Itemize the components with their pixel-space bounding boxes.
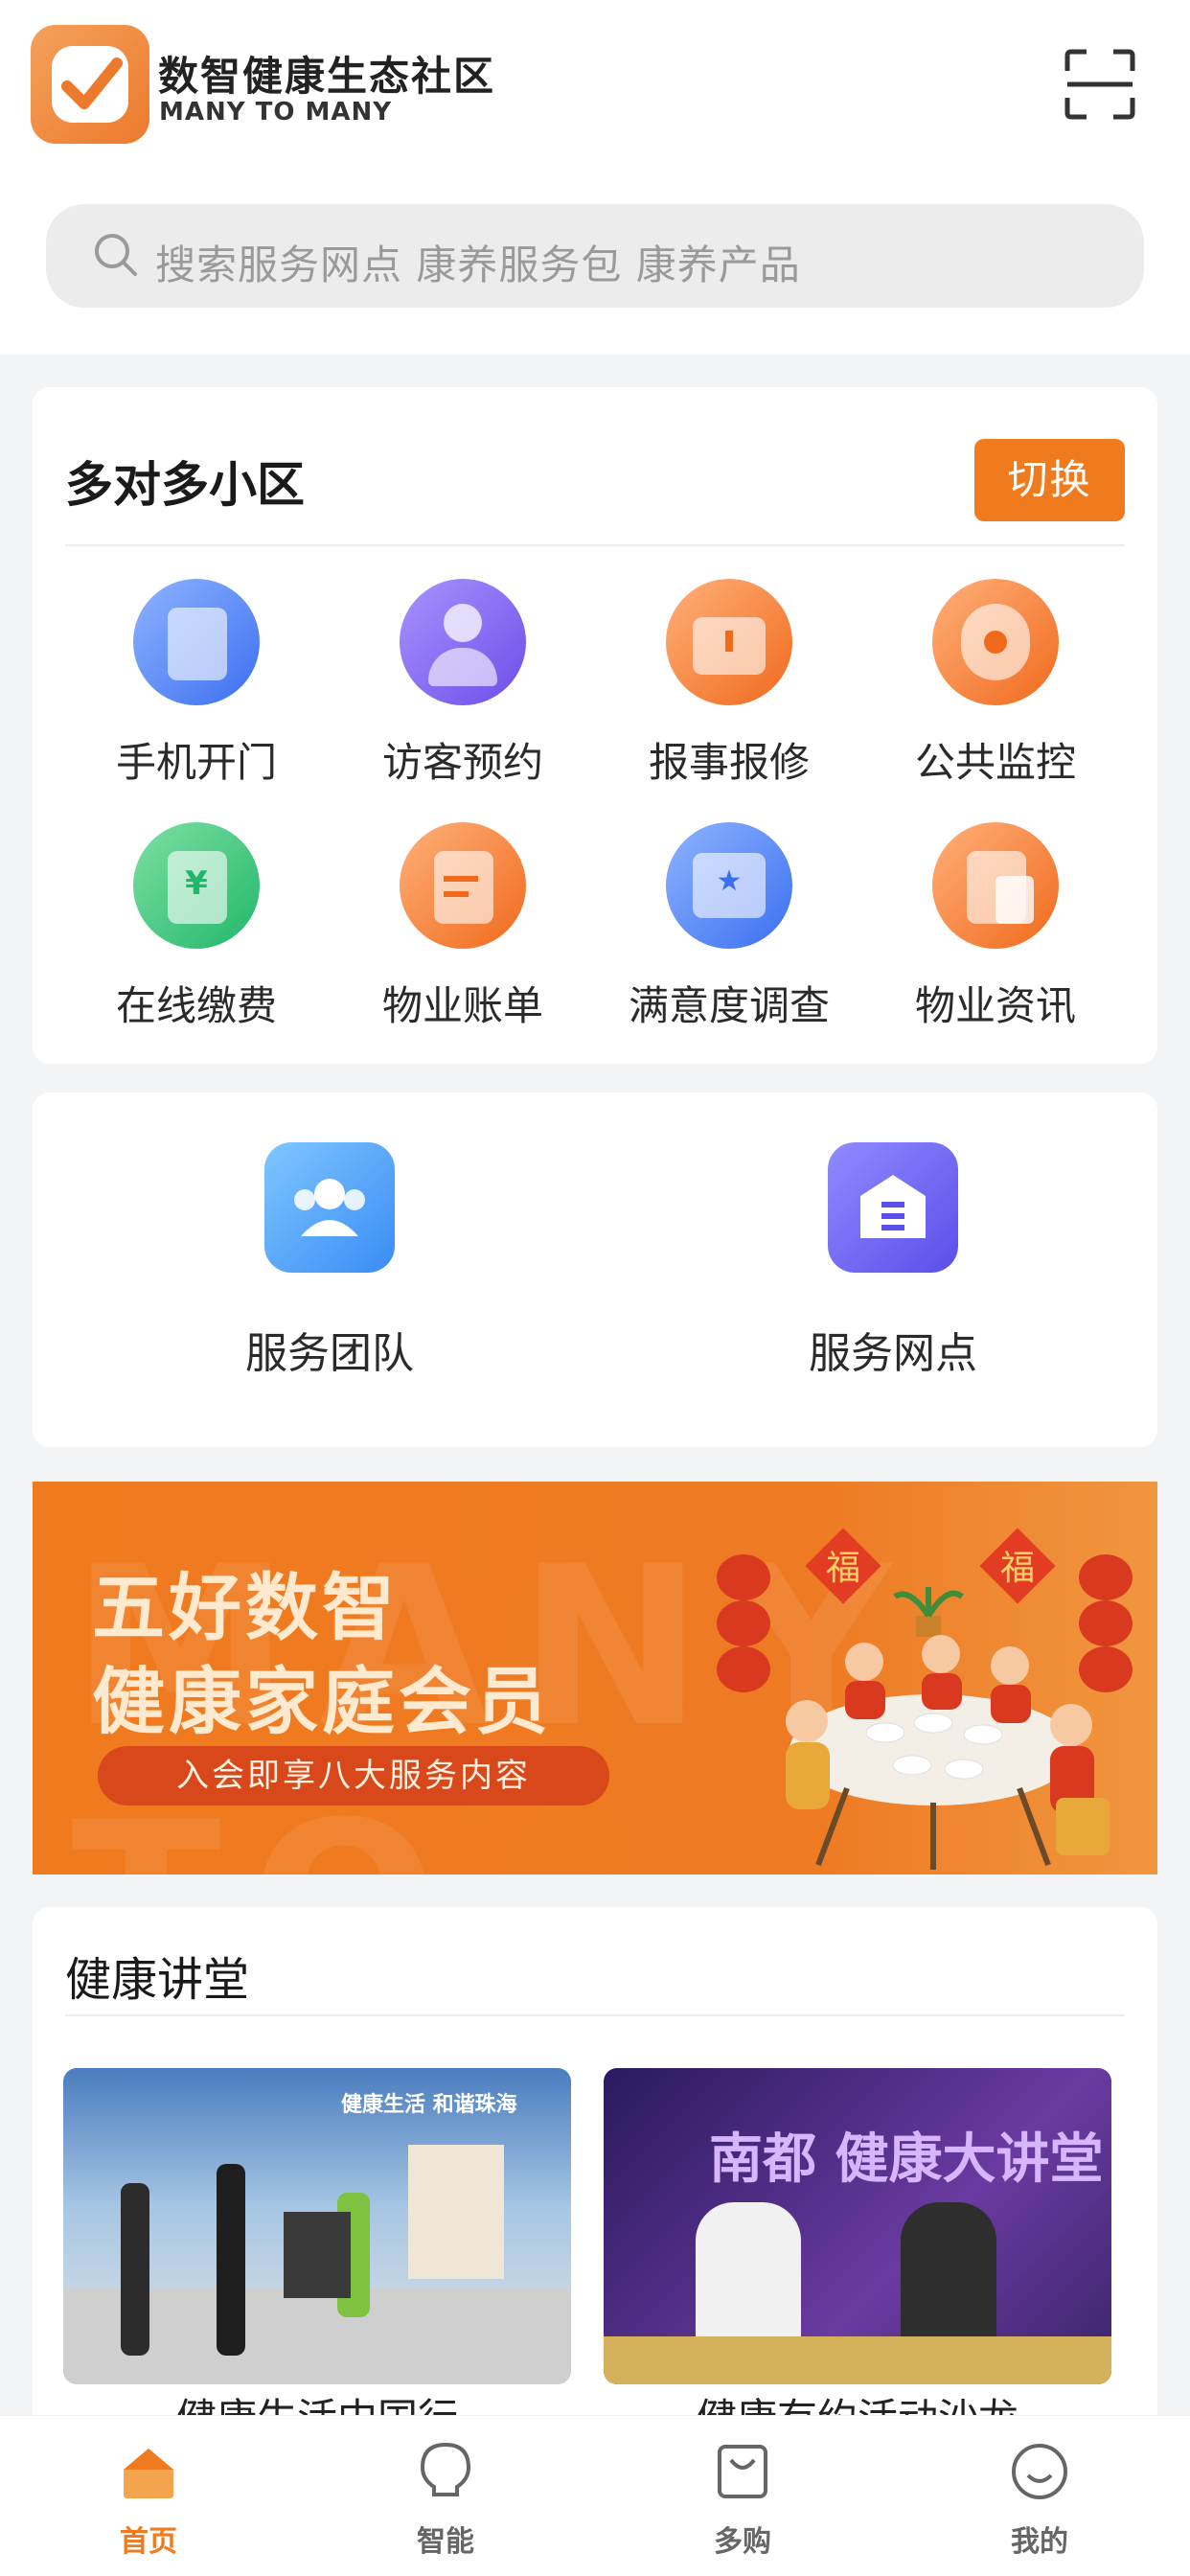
bag-icon [718, 2445, 767, 2498]
grid-item-repair[interactable]: 报事报修 [596, 579, 862, 809]
home-icon [124, 2449, 173, 2498]
team-icon [264, 1142, 395, 1273]
scan-button[interactable] [1064, 48, 1136, 121]
search-icon [95, 234, 137, 276]
header: 数智健康生态社区 MANY TO MANY 搜索服务网点 康养服务包 康养产品 [0, 0, 1190, 355]
payment-icon: ¥ [133, 822, 260, 949]
svg-text:福: 福 [1000, 1549, 1035, 1588]
family-dinner-illustration: 福 福 [717, 1528, 1133, 1870]
toolbox-icon [666, 579, 792, 705]
grid-item-payment[interactable]: ¥ 在线缴费 [63, 822, 330, 1052]
service-outlet-button[interactable]: 服务网点 [742, 1092, 1029, 1380]
brand-name: 数智健康生态社区 [158, 53, 496, 100]
tab-smart[interactable]: 智能 [297, 2416, 594, 2576]
tab-home[interactable]: 首页 [0, 2416, 297, 2576]
community-card: 多对多小区 切换 手机开门 访客预约 报事报修 公共监控 ¥ 在线缴费 物业账单… [33, 387, 1157, 1064]
search-placeholder: 搜索服务网点 康养服务包 康养产品 [155, 242, 801, 288]
survey-icon: ★ [666, 822, 792, 949]
svg-text:福: 福 [826, 1549, 860, 1588]
video-thumbnail[interactable]: 南都 健康大讲堂 [604, 2068, 1111, 2384]
grid-item-visitor[interactable]: 访客预约 [330, 579, 596, 809]
tab-mine[interactable]: 我的 [891, 2416, 1188, 2576]
app-logo [31, 25, 149, 144]
banner-title-line2: 健康家庭会员 [92, 1659, 552, 1744]
store-icon [828, 1142, 958, 1273]
smile-icon [1012, 2444, 1067, 2499]
grid-item-news[interactable]: 物业资讯 [862, 822, 1129, 1052]
grid-item-monitor[interactable]: 公共监控 [862, 579, 1129, 809]
brand-tagline: MANY TO MANY [159, 98, 393, 126]
search-input[interactable]: 搜索服务网点 康养服务包 康养产品 [46, 204, 1144, 308]
scan-icon [1064, 49, 1135, 120]
video-thumbnail[interactable]: 健康生活 和谐珠海 [63, 2068, 571, 2384]
camera-icon [932, 579, 1059, 705]
service-card: 服务团队 服务网点 [33, 1092, 1157, 1447]
news-icon [932, 822, 1059, 949]
bottom-tab-bar: 首页 智能 多购 我的 [0, 2415, 1190, 2576]
tab-shop[interactable]: 多购 [594, 2416, 891, 2576]
divider [65, 2014, 1125, 2016]
visitor-icon [400, 579, 526, 705]
bulb-icon [420, 2442, 471, 2496]
bill-icon [400, 822, 526, 949]
grid-item-bill[interactable]: 物业账单 [330, 822, 596, 1052]
banner-subtitle: 入会即享八大服务内容 [98, 1746, 609, 1806]
grid-item-survey[interactable]: ★ 满意度调查 [596, 822, 862, 1052]
lecture-section-title: 健康讲堂 [65, 1953, 250, 2007]
community-title: 多对多小区 [65, 457, 305, 513]
banner-title-line1: 五好数智 [92, 1565, 399, 1650]
check-logo-icon [61, 58, 123, 109]
grid-item-phone-door[interactable]: 手机开门 [63, 579, 330, 809]
switch-community-button[interactable]: 切换 [974, 439, 1125, 521]
service-team-button[interactable]: 服务团队 [178, 1092, 466, 1380]
membership-banner[interactable]: MANY TO MANY 五好数智 健康家庭会员 入会即享八大服务内容 福 福 [33, 1482, 1157, 1874]
divider [65, 544, 1125, 546]
door-icon [133, 579, 260, 705]
